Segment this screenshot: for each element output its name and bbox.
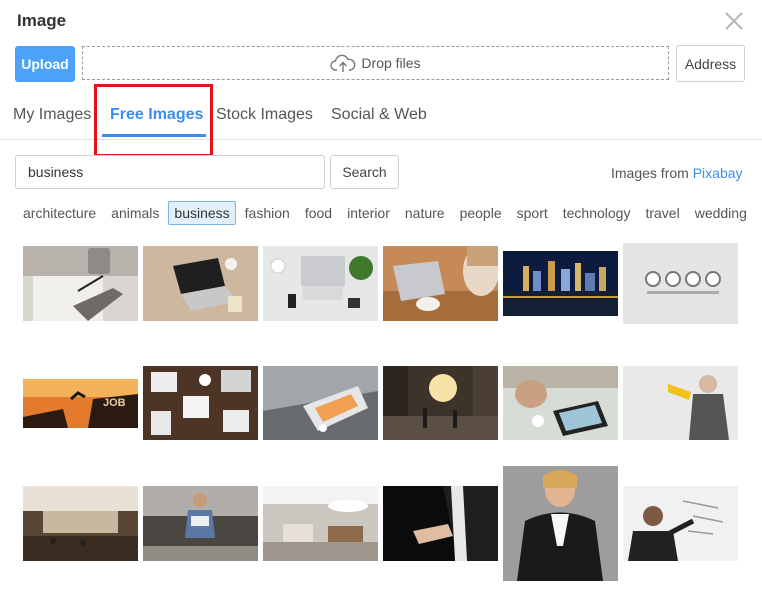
- category-fashion[interactable]: fashion: [239, 201, 296, 225]
- image-thumb[interactable]: [263, 486, 378, 561]
- drop-zone-label: Drop files: [361, 55, 421, 71]
- close-icon: [725, 12, 743, 30]
- pixabay-link[interactable]: Pixabay: [693, 165, 743, 181]
- image-thumb[interactable]: [383, 366, 498, 440]
- dialog-title: Image: [17, 11, 67, 30]
- close-button[interactable]: [722, 9, 746, 33]
- search-button[interactable]: Search: [330, 155, 399, 189]
- image-thumb[interactable]: [143, 366, 258, 440]
- image-source: Images from Pixabay: [611, 165, 743, 181]
- upload-button[interactable]: Upload: [15, 46, 75, 82]
- image-thumb[interactable]: [263, 246, 378, 321]
- image-thumb[interactable]: JOB: [23, 379, 138, 428]
- category-interior[interactable]: interior: [341, 201, 396, 225]
- image-thumb[interactable]: [383, 246, 498, 321]
- image-thumb[interactable]: [623, 486, 738, 561]
- image-thumb[interactable]: [623, 366, 738, 440]
- category-list: architecture animals business fashion fo…: [17, 201, 756, 225]
- category-business[interactable]: business: [168, 201, 236, 225]
- tab-stock-images[interactable]: Stock Images: [216, 106, 313, 124]
- cloud-upload-icon: [330, 54, 356, 72]
- image-thumb[interactable]: [503, 251, 618, 316]
- category-nature[interactable]: nature: [399, 201, 451, 225]
- image-thumb[interactable]: [503, 466, 618, 581]
- image-thumb[interactable]: [623, 243, 738, 324]
- category-architecture[interactable]: architecture: [17, 201, 102, 225]
- image-thumb[interactable]: [143, 486, 258, 561]
- category-people[interactable]: people: [454, 201, 508, 225]
- category-technology[interactable]: technology: [557, 201, 637, 225]
- highlight-annotation: [94, 84, 213, 157]
- image-thumb[interactable]: [23, 246, 138, 321]
- svg-text:JOB: JOB: [103, 397, 126, 409]
- category-wedding[interactable]: wedding: [689, 201, 753, 225]
- category-animals[interactable]: animals: [105, 201, 165, 225]
- image-thumb[interactable]: [383, 486, 498, 561]
- image-thumb[interactable]: [263, 366, 378, 440]
- drop-zone[interactable]: Drop files: [82, 46, 669, 80]
- image-source-prefix: Images from: [611, 165, 689, 181]
- image-thumb[interactable]: [143, 246, 258, 321]
- image-thumb[interactable]: [503, 366, 618, 440]
- tab-my-images[interactable]: My Images: [13, 106, 91, 124]
- category-food[interactable]: food: [299, 201, 338, 225]
- tab-social-web[interactable]: Social & Web: [331, 106, 427, 124]
- category-sport[interactable]: sport: [511, 201, 554, 225]
- address-button[interactable]: Address: [676, 45, 745, 82]
- category-travel[interactable]: travel: [639, 201, 685, 225]
- search-input[interactable]: [15, 155, 325, 189]
- image-thumb[interactable]: [23, 486, 138, 561]
